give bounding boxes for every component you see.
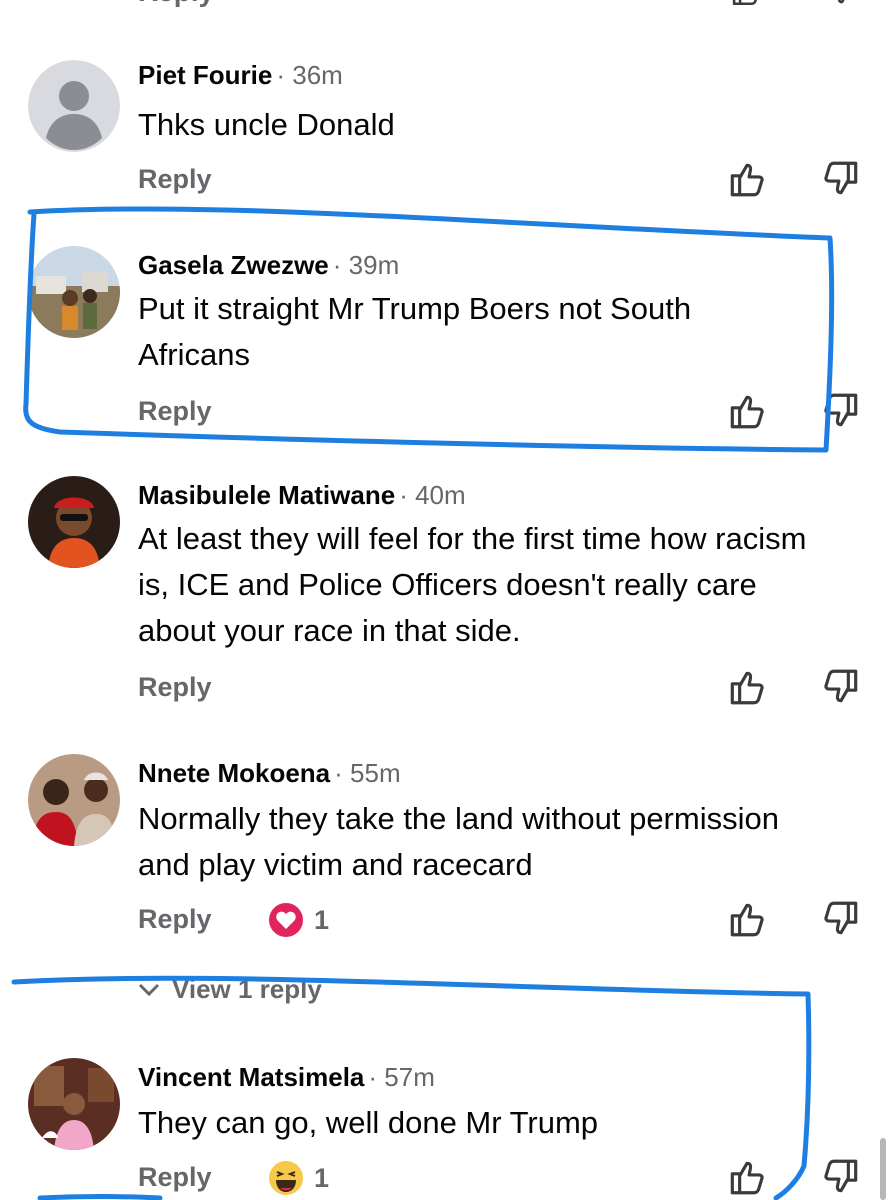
reaction-count: 1 xyxy=(314,904,330,935)
profile-photo xyxy=(28,754,120,846)
reaction-summary[interactable]: 1 xyxy=(266,1158,329,1198)
comment-actions: Reply xyxy=(0,161,893,204)
comment-text: Thks uncle Donald xyxy=(138,107,395,142)
comment-actions: Reply xyxy=(0,393,893,436)
reply-button[interactable]: Reply xyxy=(138,1162,212,1193)
view-replies-link[interactable]: View 1 reply xyxy=(138,974,322,1005)
profile-photo xyxy=(28,246,120,338)
profile-photo xyxy=(28,476,120,568)
avatar[interactable] xyxy=(28,1058,120,1150)
comment-header: Vincent Matsimela · 57m xyxy=(138,1062,435,1093)
comment-time[interactable]: · 55m xyxy=(334,758,400,788)
dislike-icon[interactable] xyxy=(820,390,862,432)
comment-time[interactable]: · 39m xyxy=(333,250,399,280)
comment-author[interactable]: Nnete Mokoena xyxy=(138,758,330,788)
previous-comment-actions-partial: Reply xyxy=(0,0,893,8)
comment-time[interactable]: · 36m xyxy=(276,60,342,90)
comment-author[interactable]: Gasela Zwezwe xyxy=(138,250,329,280)
comment-actions: Reply 1 xyxy=(0,901,893,944)
comment-author[interactable]: Vincent Matsimela xyxy=(138,1062,364,1092)
comment-text: Put it straight Mr Trump Boers not South… xyxy=(138,291,692,372)
comment-actions: Reply 1 xyxy=(0,1159,893,1200)
avatar[interactable] xyxy=(28,754,120,846)
comment-time[interactable]: · 57m xyxy=(368,1062,434,1092)
reply-button[interactable]: Reply xyxy=(138,904,212,935)
comment-author[interactable]: Piet Fourie xyxy=(138,60,272,90)
chevron-down-icon xyxy=(138,983,160,996)
comment-text: They can go, well done Mr Trump xyxy=(138,1105,599,1140)
reaction-summary[interactable]: 1 xyxy=(266,900,329,940)
reply-button[interactable]: Reply xyxy=(138,164,212,195)
view-replies-label: View 1 reply xyxy=(172,974,322,1004)
comment-header: Masibulele Matiwane · 40m xyxy=(138,480,466,511)
dislike-icon[interactable] xyxy=(820,158,862,200)
like-icon[interactable] xyxy=(726,898,768,940)
like-icon[interactable] xyxy=(726,158,768,200)
love-reaction-icon xyxy=(267,901,305,939)
comment-header: Gasela Zwezwe · 39m xyxy=(138,250,399,281)
profile-photo xyxy=(28,1058,120,1150)
comment-header: Nnete Mokoena · 55m xyxy=(138,758,401,789)
reaction-count: 1 xyxy=(314,1162,330,1193)
avatar[interactable] xyxy=(28,246,120,338)
like-icon[interactable] xyxy=(726,0,766,8)
reply-button[interactable]: Reply xyxy=(138,672,212,703)
like-icon[interactable] xyxy=(726,1156,768,1198)
like-icon[interactable] xyxy=(726,666,768,708)
comment-text: Normally they take the land without perm… xyxy=(138,801,779,882)
avatar[interactable] xyxy=(28,476,120,568)
reply-button[interactable]: Reply xyxy=(138,396,212,427)
dislike-icon[interactable] xyxy=(820,1156,862,1198)
comment-actions: Reply xyxy=(0,669,893,712)
dislike-icon[interactable] xyxy=(820,666,862,708)
dislike-icon[interactable] xyxy=(822,0,862,8)
reply-button[interactable]: Reply xyxy=(138,0,214,8)
dislike-icon[interactable] xyxy=(820,898,862,940)
comment-header: Piet Fourie · 36m xyxy=(138,60,343,91)
comment-time[interactable]: · 40m xyxy=(399,480,465,510)
avatar[interactable] xyxy=(28,60,120,152)
scrollbar[interactable] xyxy=(880,1138,886,1200)
haha-reaction-icon xyxy=(267,1159,305,1197)
default-profile-icon xyxy=(28,60,120,152)
comment-text: At least they will feel for the first ti… xyxy=(138,521,807,648)
comment-author[interactable]: Masibulele Matiwane xyxy=(138,480,395,510)
like-icon[interactable] xyxy=(726,390,768,432)
